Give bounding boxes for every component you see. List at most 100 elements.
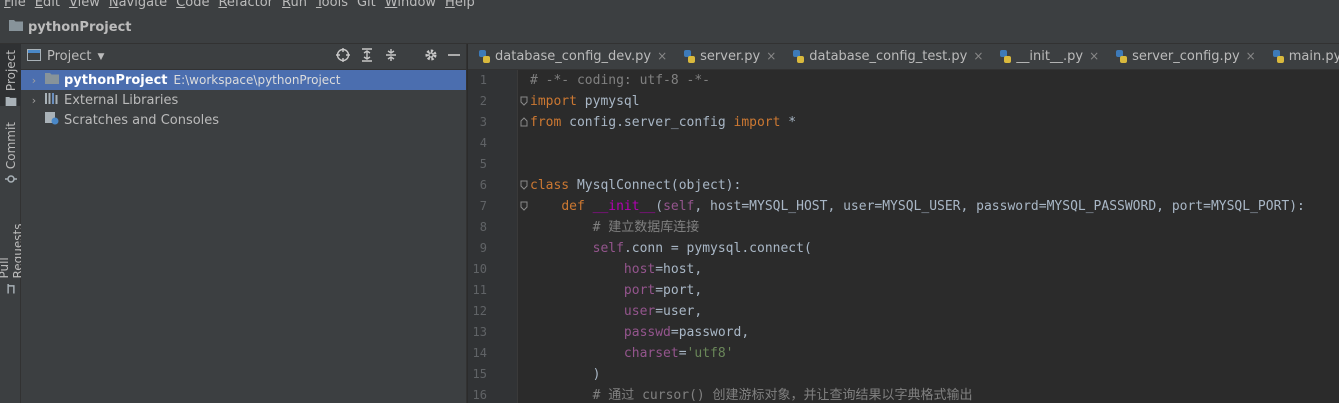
menu-item[interactable]: View: [69, 0, 100, 11]
code-self: self: [592, 241, 624, 256]
code-kwarg: host: [623, 262, 656, 277]
left-tool-strip: Project Commit Pull Requests: [0, 44, 25, 403]
code-kwarg: passwd: [623, 325, 671, 340]
tool-tab-project[interactable]: Project: [0, 44, 21, 106]
code-text: ): [592, 367, 601, 382]
editor-tab[interactable]: database_config_dev.py ×: [468, 44, 673, 69]
locate-icon[interactable]: [336, 48, 350, 66]
editor-tab[interactable]: main.py×: [1262, 44, 1339, 69]
menu-item[interactable]: Help: [445, 0, 475, 11]
python-file-icon: [1272, 49, 1284, 63]
project-tree: › pythonProject E:\workspace\pythonProje…: [21, 70, 466, 130]
code-text: =host,: [655, 262, 703, 277]
code-line: # 建立数据库连接: [530, 217, 1305, 238]
line-number: 8: [479, 220, 487, 234]
code-comment: 创建游标对象，并让查询结果以字典格式输出: [704, 388, 973, 403]
editor-tab[interactable]: server_config.py ×: [1105, 44, 1262, 69]
minimize-icon[interactable]: [448, 48, 460, 66]
code-string: 'utf8': [686, 346, 734, 361]
fold-marker-icon[interactable]: [520, 180, 528, 190]
code-comment: # 建立数据库连接: [592, 220, 700, 235]
code-text: (: [655, 199, 664, 214]
fold-marker-icon[interactable]: [520, 117, 528, 127]
gear-icon[interactable]: [424, 48, 438, 66]
code-lines: # -*- coding: utf-8 -*- import pymysql f…: [530, 70, 1305, 403]
code-text: config.server_config: [561, 115, 734, 130]
code-line: port=port,: [530, 280, 1305, 301]
tree-item-path: E:\workspace\pythonProject: [173, 73, 341, 87]
editor-tab-label: database_config_test.py: [809, 48, 968, 64]
code-line: class MysqlConnect(object):: [530, 175, 1305, 196]
line-number: 13: [472, 325, 487, 339]
chevron-right-icon[interactable]: ›: [27, 94, 41, 107]
tool-tab-project-label: Project: [3, 50, 18, 92]
tree-item-project-root[interactable]: › pythonProject E:\workspace\pythonProje…: [21, 70, 466, 90]
tool-tab-commit[interactable]: Commit: [0, 122, 21, 186]
project-panel-title[interactable]: Project: [47, 49, 91, 64]
collapse-all-icon[interactable]: [384, 48, 398, 66]
code-keyword: def: [561, 199, 585, 214]
code-line: from config.server_config import *: [530, 112, 1305, 133]
line-number: 12: [472, 304, 487, 318]
menu-item[interactable]: File: [4, 0, 26, 11]
code-text: =: [678, 346, 687, 361]
menu-item[interactable]: Navigate: [109, 0, 167, 11]
code-text: .conn = pymysql.connect(: [623, 241, 812, 256]
editor-tab[interactable]: __init__.py ×: [989, 44, 1105, 69]
close-icon[interactable]: ×: [973, 49, 983, 63]
menu-item[interactable]: Edit: [35, 0, 60, 11]
folder-icon: [45, 72, 59, 88]
code-line: host=host,: [530, 259, 1305, 280]
code-keyword: class: [530, 178, 570, 193]
menu-item[interactable]: Run: [282, 0, 307, 11]
panel-toolbar: [336, 48, 460, 66]
editor-tab[interactable]: server.py ×: [673, 44, 782, 69]
line-number: 9: [479, 241, 487, 255]
commit-icon: [4, 175, 17, 183]
editor-tab-label: main.py: [1288, 48, 1339, 64]
code-line: ): [530, 364, 1305, 385]
fold-marker-icon[interactable]: [520, 96, 528, 106]
code-kwarg: port: [623, 283, 656, 298]
code-comment: # 通过: [592, 388, 643, 403]
menu-item[interactable]: Code: [176, 0, 209, 11]
code-line: # 通过 cursor() 创建游标对象，并让查询结果以字典格式输出: [530, 385, 1305, 403]
code-text: *: [780, 115, 797, 130]
expand-all-icon[interactable]: [360, 48, 374, 66]
code-line: charset='utf8': [530, 343, 1305, 364]
tree-item-external-libraries[interactable]: › External Libraries: [21, 90, 466, 110]
code-text: =user,: [655, 304, 703, 319]
line-number: 1: [479, 73, 487, 87]
tree-item-scratches[interactable]: Scratches and Consoles: [21, 110, 466, 130]
chevron-down-icon[interactable]: ▼: [97, 52, 104, 62]
menu-item[interactable]: Tools: [316, 0, 348, 11]
code-editor[interactable]: 1 2 3 4 5 6 7 8 9 10 11 12 13 14 15 16 # -*- coding: ut…: [468, 70, 1339, 403]
close-icon[interactable]: ×: [657, 49, 667, 63]
editor-tabs: database_config_dev.py × server.py × databas…: [468, 44, 1339, 70]
code-line: passwd=password,: [530, 322, 1305, 343]
editor-tab[interactable]: database_config_test.py ×: [782, 44, 989, 69]
fold-marker-icon[interactable]: [520, 201, 528, 211]
menu-item[interactable]: Git: [357, 0, 376, 11]
close-icon[interactable]: ×: [1246, 49, 1256, 63]
close-icon[interactable]: ×: [1089, 49, 1099, 63]
tool-tab-pull-requests[interactable]: Pull Requests: [0, 202, 25, 294]
python-file-icon: [479, 49, 490, 63]
line-number: 2: [479, 94, 487, 108]
breadcrumb-project[interactable]: pythonProject: [28, 20, 132, 35]
editor-tab-label: __init__.py: [1016, 48, 1084, 64]
close-icon[interactable]: ×: [766, 49, 776, 63]
menu-bar: File Edit View Navigate Code Refactor Run Tools…: [0, 0, 1339, 11]
project-view-icon: [27, 48, 41, 65]
menu-item[interactable]: Window: [385, 0, 436, 11]
libraries-icon: [45, 92, 59, 108]
editor-tab-label: server.py: [700, 48, 761, 64]
code-text: =port,: [655, 283, 703, 298]
menu-item[interactable]: Refactor: [218, 0, 273, 11]
code-line: import pymysql: [530, 91, 1305, 112]
code-comment: # -*- coding: utf-8 -*-: [530, 73, 711, 88]
code-dunder: __init__: [592, 199, 656, 214]
chevron-right-icon[interactable]: ›: [27, 74, 41, 87]
code-text: , host=MYSQL_HOST, user=MYSQL_USER, pass…: [694, 199, 1305, 214]
